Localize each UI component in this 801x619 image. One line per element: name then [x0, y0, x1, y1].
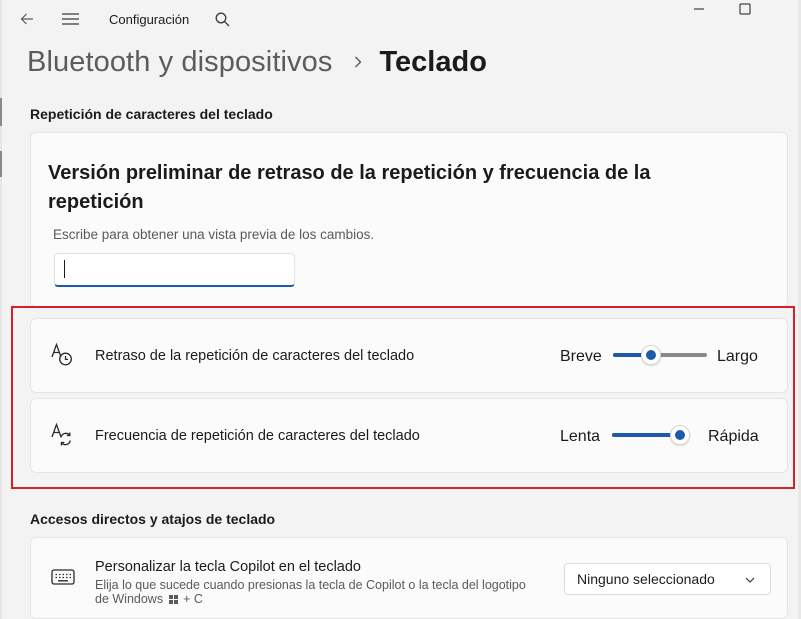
back-button[interactable]: [13, 6, 41, 32]
scroll-indicator: [0, 98, 2, 126]
breadcrumb-separator: [354, 55, 362, 69]
dropdown-value: Ninguno seleccionado: [577, 571, 715, 587]
shortcuts-section-heading: Accesos directos y atajos de teclado: [30, 511, 276, 527]
keyboard-icon: [51, 569, 75, 585]
windows-logo-icon: [168, 595, 178, 604]
preview-text-input[interactable]: [54, 253, 295, 287]
app-title: Configuración: [109, 12, 190, 27]
minimize-button[interactable]: [676, 0, 722, 18]
text-caret: [64, 260, 65, 278]
chevron-down-icon: [745, 577, 755, 583]
copilot-desc-text: Elija lo que sucede cuando presionas la …: [95, 578, 526, 606]
scroll-indicator: [0, 151, 2, 177]
page-title: Teclado: [379, 45, 487, 78]
search-button[interactable]: [208, 6, 236, 32]
highlight-annotation-box: [11, 306, 795, 489]
preview-hint: Escribe para obtener una vista previa de…: [53, 227, 375, 242]
menu-button[interactable]: [56, 6, 84, 32]
preview-title: Versión preliminar de retraso de la repe…: [48, 162, 651, 213]
copilot-action-dropdown[interactable]: Ninguno seleccionado: [564, 563, 771, 595]
preview-card: Versión preliminar de retraso de la repe…: [30, 132, 788, 307]
hamburger-menu-icon: [61, 13, 79, 25]
maximize-button[interactable]: [722, 0, 768, 18]
copilot-title: Personalizar la tecla Copilot en el tecl…: [95, 559, 361, 575]
chevron-right-icon: [355, 56, 362, 68]
back-arrow-icon: [20, 13, 33, 25]
repeat-section-heading: Repetición de caracteres del teclado: [30, 106, 273, 122]
breadcrumb: Bluetooth y dispositivos Teclado: [27, 42, 487, 82]
minimize-icon: [694, 8, 704, 10]
breadcrumb-parent-link[interactable]: Bluetooth y dispositivos: [27, 46, 332, 79]
title-bar: Configuración: [0, 0, 801, 40]
maximize-icon: [739, 3, 751, 15]
copilot-description: Elija lo que sucede cuando presionas la …: [95, 578, 535, 606]
copilot-key-row: Personalizar la tecla Copilot en el tecl…: [30, 537, 788, 619]
search-icon: [215, 12, 229, 26]
copilot-desc-shortcut: + C: [183, 592, 203, 606]
left-window-edge: [0, 0, 2, 619]
